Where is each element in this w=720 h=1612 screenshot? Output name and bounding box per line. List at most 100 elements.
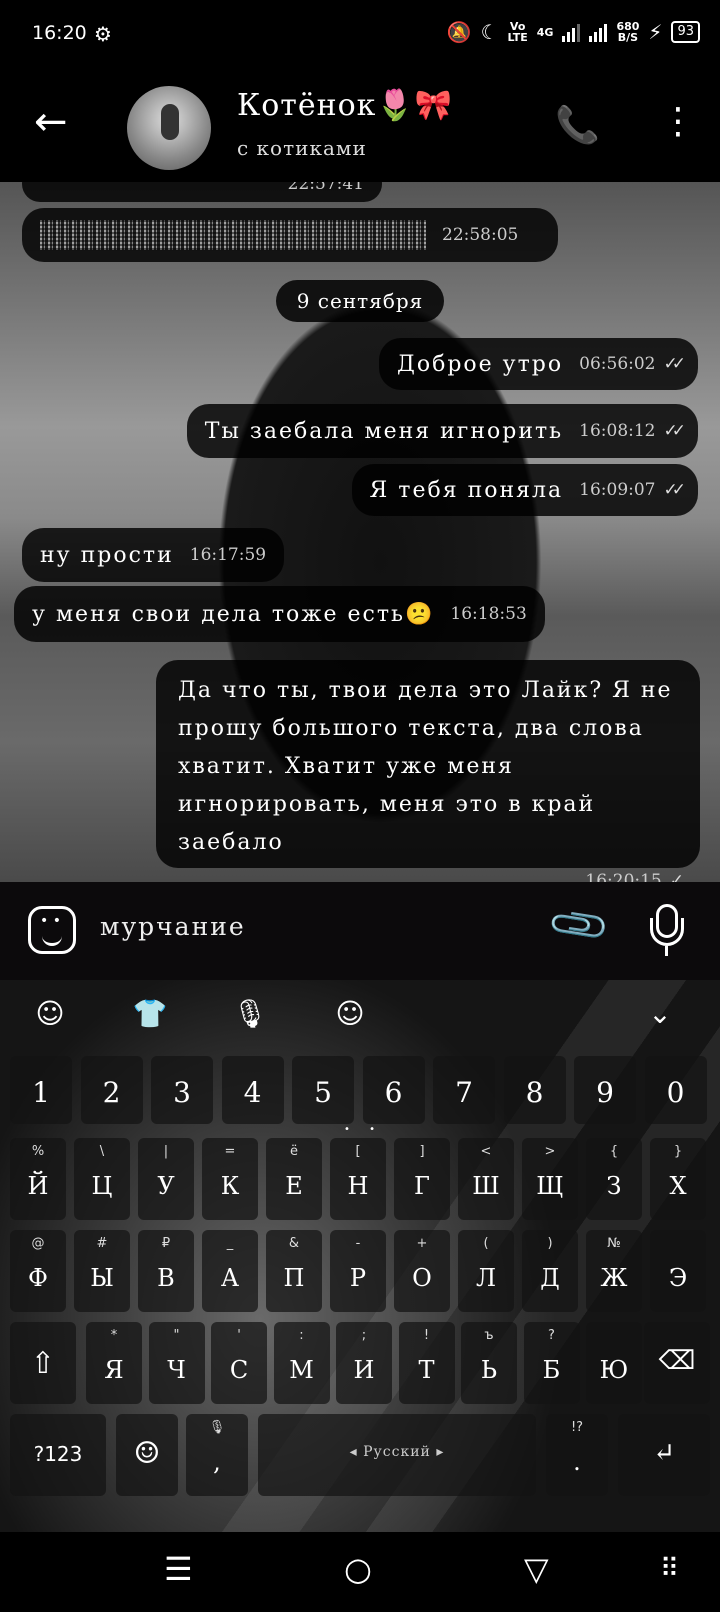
key-ы[interactable]: # Ы — [74, 1230, 130, 1312]
key-ь[interactable]: ъЬ — [461, 1322, 517, 1404]
key-й[interactable]: % Й — [10, 1138, 66, 1220]
key-к[interactable]: = К — [202, 1138, 258, 1220]
key-9[interactable]: 9 — [574, 1056, 636, 1124]
message-bubble-partial[interactable]: 22:57:41 — [22, 182, 382, 202]
key-р[interactable]: -Р — [330, 1230, 386, 1312]
message-input-bar: мурчание 📎 — [0, 882, 720, 980]
status-icons: 🔕 ☾ Vo LTE 4G 680 B/S ⚡ 93 — [447, 20, 700, 44]
key-д[interactable]: ) Д — [522, 1230, 578, 1312]
menu-lines-icon[interactable]: ☰ — [164, 1550, 193, 1588]
key-н[interactable]: [Н — [330, 1138, 386, 1220]
symbols-key[interactable]: ?123 — [10, 1414, 106, 1496]
key-б[interactable]: ? Б — [523, 1322, 580, 1404]
key-э[interactable]: Э — [650, 1230, 706, 1312]
message-input[interactable]: мурчание — [100, 912, 246, 941]
avatar[interactable] — [127, 86, 211, 170]
message-bubble-out[interactable]: Я тебя поняла 16:09:07 ✓✓ — [351, 464, 698, 516]
message-bubble-out[interactable]: Доброе утро 06:56:02 ✓✓ — [378, 338, 698, 390]
sticker-icon[interactable] — [28, 906, 76, 954]
key-5[interactable]: 5 — [292, 1056, 354, 1124]
home-circle-icon[interactable]: ○ — [344, 1550, 372, 1588]
key-о[interactable]: + О — [394, 1230, 450, 1312]
microphone-icon[interactable] — [650, 904, 684, 956]
key-8[interactable]: 8 — [503, 1056, 566, 1124]
chat-header: ← Котёнок🌷🎀 с котиками 📞 ⋮ — [0, 72, 720, 182]
mic-hint-icon: 🎙 — [208, 1420, 226, 1435]
voice-mic-icon[interactable]: 🎙 — [230, 994, 270, 1034]
message-time: 16:17:59 — [189, 545, 267, 565]
key-в[interactable]: ₽ В — [138, 1230, 194, 1312]
key-0[interactable]: 0 — [644, 1056, 707, 1124]
key-е[interactable]: ёЕ — [266, 1138, 322, 1220]
message-time: 06:56:02 — [579, 354, 656, 374]
key-ц[interactable]: \ Ц — [74, 1138, 130, 1220]
message-text: ну прости — [40, 542, 174, 568]
key-с[interactable]: ' С — [211, 1322, 267, 1404]
message-bubble-in[interactable]: у меня свои дела тоже есть😕 16:18:53 — [14, 586, 545, 642]
key-ш[interactable]: < Ш — [458, 1138, 514, 1220]
key-т[interactable]: ! Т — [398, 1322, 455, 1404]
emoji-face-icon[interactable]: ☺ — [330, 994, 370, 1034]
message-text: Да что ты, твои дела это Лайк? Я не прош… — [178, 678, 673, 855]
key-г[interactable]: ] Г — [394, 1138, 450, 1220]
key-л[interactable]: (Л — [458, 1230, 514, 1312]
message-text: у меня свои дела тоже есть😕 — [32, 601, 435, 627]
volte-label: Vo LTE — [507, 20, 528, 44]
date-separator: 9 сентября — [276, 280, 444, 322]
key-м[interactable]: :М — [273, 1322, 330, 1404]
chat-title[interactable]: Котёнок🌷🎀 — [237, 88, 453, 123]
message-bubble-out-long[interactable]: Да что ты, твои дела это Лайк? Я не прош… — [156, 660, 700, 882]
period-key[interactable]: !?. — [546, 1414, 608, 1496]
read-ticks-icon: ✓✓ — [663, 354, 686, 374]
charging-icon: ⚡ — [648, 20, 663, 44]
status-time: 16:20 — [32, 22, 87, 44]
settings-gear-icon: ⚙ — [94, 22, 112, 46]
collapse-chevron-icon[interactable]: ⌄ — [640, 994, 680, 1034]
mute-bell-icon: 🔕 — [446, 20, 472, 44]
key-ж[interactable]: № Ж — [586, 1230, 642, 1312]
read-ticks-icon: ✓✓ — [663, 480, 686, 500]
message-bubble-out[interactable]: Ты заебала меня игнорить 16:08:12 ✓✓ — [186, 404, 698, 458]
key-6[interactable]: 6 — [362, 1056, 425, 1124]
message-time: 22:57:41 — [287, 182, 364, 194]
comma-key[interactable]: 🎙, — [186, 1414, 248, 1496]
key-и[interactable]: ; И — [336, 1322, 392, 1404]
key-х[interactable]: } Х — [650, 1138, 706, 1220]
theme-shirt-icon[interactable]: 👕 — [130, 994, 170, 1034]
navigation-bar: ☰ ○ ▽ ⠿ — [0, 1532, 720, 1612]
phone-call-icon[interactable]: 📞 — [555, 104, 600, 146]
keyboard-grid-icon[interactable]: ⠿ — [660, 1554, 679, 1584]
signal-bars-icon — [562, 22, 581, 42]
key-1[interactable]: 1 — [10, 1056, 72, 1124]
key-з[interactable]: {З — [586, 1138, 642, 1220]
key-у[interactable]: | У — [138, 1138, 194, 1220]
shift-key[interactable]: ⇧ — [10, 1322, 76, 1404]
key-щ[interactable]: > Щ — [522, 1138, 578, 1220]
key-ч[interactable]: " Ч — [148, 1322, 205, 1404]
key-а[interactable]: _ А — [202, 1230, 258, 1312]
back-triangle-icon[interactable]: ▽ — [524, 1550, 549, 1588]
message-time: 16:08:12 — [579, 421, 656, 441]
more-menu-icon[interactable]: ⋮ — [660, 102, 696, 142]
key-п[interactable]: & П — [266, 1230, 322, 1312]
key-ф[interactable]: @ Ф — [10, 1230, 66, 1312]
hidden-spoiler-text[interactable] — [40, 220, 426, 250]
key-ю[interactable]: Ю — [586, 1322, 642, 1404]
message-bubble-in[interactable]: ну прости 16:17:59 — [22, 528, 285, 582]
key-4[interactable]: 4 — [221, 1056, 284, 1124]
enter-key[interactable]: ↵ — [618, 1414, 710, 1496]
key-2[interactable]: 2 — [80, 1056, 143, 1124]
message-meta: 16:20:15 ✓ — [569, 862, 684, 882]
emoji-key[interactable]: ☺ — [116, 1414, 178, 1496]
back-arrow-icon[interactable]: ← — [34, 102, 68, 142]
space-key[interactable]: ◂ Русский ▸ — [258, 1414, 536, 1496]
key-7[interactable]: 7 — [433, 1056, 495, 1124]
chat-messages[interactable]: 22:57:41 22:58:05 9 сентября Доброе утро… — [0, 182, 720, 882]
key-3[interactable]: 3 — [151, 1056, 213, 1124]
attach-paperclip-icon[interactable]: 📎 — [545, 891, 613, 959]
sticker-face-icon[interactable]: ☺ — [30, 994, 70, 1034]
key-я[interactable]: * Я — [86, 1322, 142, 1404]
keyboard-toolbar: ☺ 👕 🎙 ☺ ⌄ — [0, 980, 720, 1046]
message-bubble-in-hidden[interactable]: 22:58:05 — [22, 208, 558, 262]
backspace-key[interactable]: ⌫ — [644, 1322, 710, 1404]
